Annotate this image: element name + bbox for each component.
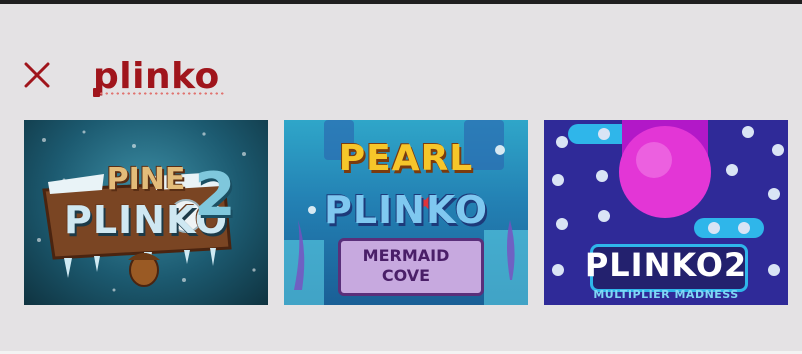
game-tile-plinko-2[interactable]: PLINKO2 MULTIPLIER MADNESS [544,120,788,305]
close-icon [24,62,50,88]
game-tile-pearl-o-plinko[interactable]: PEARL PLINKO MERMAID COVE [284,120,528,305]
spellcheck-underline [93,92,226,95]
tile-banner-line2: COVE [381,266,431,285]
tile-banner-line1: MERMAID [362,246,450,265]
tile-title: PLINKO2 [584,246,748,284]
tile-title-line2: PLINKO [323,188,489,232]
tile-title-line1: PEARL [338,138,474,179]
game-tile-pine-of-plinko-2[interactable]: PINE PLINKO 2 [24,120,268,305]
close-search-button[interactable] [22,60,52,90]
top-bar [0,0,802,4]
tile-title-suffix: 2 [194,160,236,230]
tile-subtitle: MULTIPLIER MADNESS [593,288,739,301]
search-results: PINE PLINKO 2 PEARL PLINKO MERMAID COVE [24,120,788,305]
text-cursor [93,88,100,97]
